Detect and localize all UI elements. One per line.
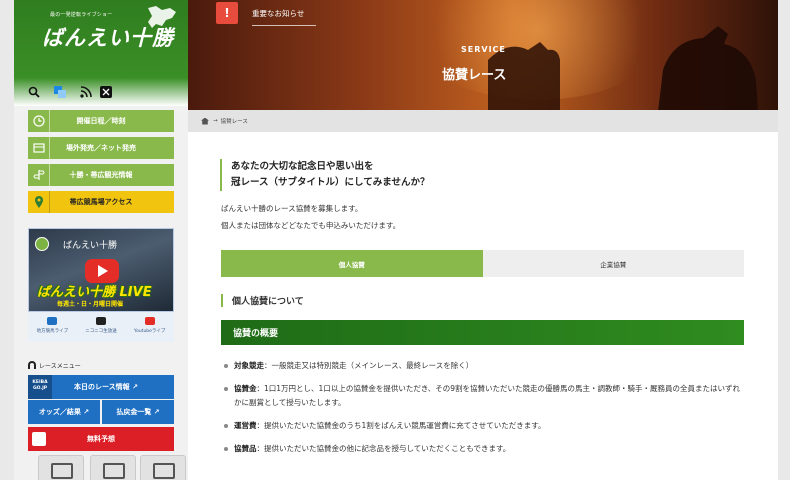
stream-links: 地方競馬ライブ ニコニコ生放送 Youtubeライブ <box>28 312 174 342</box>
nav-schedule-label: 開催日程／時刻 <box>76 117 126 125</box>
bullet-term: 協賛金 <box>234 384 257 393</box>
map-pin-icon <box>28 191 50 213</box>
list-item: 協賛金：1口1万円とし、1口以上の協賛金を提供いただき、その9割を協賛いただいた… <box>224 382 744 410</box>
clock-icon <box>28 110 50 132</box>
bottom-tile-2[interactable] <box>90 455 136 480</box>
bottom-tile-1[interactable] <box>38 455 84 480</box>
document-icon <box>103 463 125 479</box>
race-menu-text: レースメニュー <box>39 363 81 370</box>
lead-heading: あなたの大切な記念日や思い出を 冠レース（サブタイトル）にしてみませんか？ <box>220 159 429 191</box>
bullet-dot <box>224 387 228 391</box>
alert-icon: ! <box>216 2 238 24</box>
payout-label: 払戻金一覧 ↗ <box>116 408 160 416</box>
banner-live-text: ばんえい十勝 LIVE <box>37 285 152 300</box>
stream-label: Youtubeライブ <box>133 329 166 334</box>
section-heading: 個人協賛について <box>221 294 304 307</box>
odds-label: オッズ／結果 ↗ <box>38 408 90 416</box>
lead-line-2: 冠レース（サブタイトル）にしてみませんか？ <box>231 177 430 188</box>
stream-label: 地方競馬ライブ <box>36 329 69 334</box>
logo-tagline: 最の一発逆転ライブショー <box>50 12 113 18</box>
breadcrumb-current: 協賛レース <box>220 119 248 125</box>
nav-schedule-button[interactable]: 開催日程／時刻 <box>28 110 174 132</box>
banner-title: ばんえい十勝 <box>63 241 118 251</box>
x-social-icon[interactable] <box>100 86 112 98</box>
nav-offsite-button[interactable]: 場外発売／ネット発売 <box>28 137 174 159</box>
bullet-dot <box>224 364 228 368</box>
tab-corporate[interactable]: 企業協賛 <box>482 250 744 277</box>
stream-link-youtube[interactable]: Youtubeライブ <box>125 312 174 342</box>
intro-text-2: 個人または団体などどなたでも申込みいただけます。 <box>221 221 401 230</box>
utility-icon-row <box>14 78 188 106</box>
horse-icon <box>153 463 175 479</box>
tv-icon <box>47 317 58 325</box>
hokkaido-map-icon <box>148 6 176 28</box>
keiba-go-badge: KEIBA GO.JP <box>28 375 52 399</box>
tab-individual[interactable]: 個人協賛 <box>221 250 483 277</box>
payout-list-button[interactable]: 払戻金一覧 ↗ <box>102 400 174 424</box>
bullet-body: ：1口1万円とし、1口以上の協賛金を提供いただき、その9割を協賛いただいた競走の… <box>234 384 741 407</box>
list-item: 運営費：提供いただいた協賛金のうち1割をばんえい競馬運営費に充てさせていただきま… <box>224 419 744 433</box>
signpost-icon <box>28 164 50 186</box>
bullet-body: ：提供いただいた協賛金のうち1割をばんえい競馬運営費に充てさせていただきます。 <box>256 421 546 430</box>
live-stream-banner[interactable]: ばんえい十勝 ばんえい十勝 LIVE 毎週土・日・月曜日開催 <box>28 228 174 312</box>
search-icon[interactable] <box>28 86 40 98</box>
banner-subtitle: 毎週土・日・月曜日開催 <box>57 301 124 308</box>
sponsor-type-tabs: 個人協賛 企業協賛 <box>221 250 744 277</box>
nav-offsite-label: 場外発売／ネット発売 <box>66 144 136 152</box>
notice-underline <box>252 25 316 26</box>
bullet-term: 協賛品 <box>234 444 257 453</box>
lead-line-1: あなたの大切な記念日や思い出を <box>231 161 374 172</box>
overview-heading: 協賛の概要 <box>233 329 279 339</box>
bullet-body: ：一般競走又は特別競走（メインレース、最終レースを除く） <box>264 361 474 370</box>
hero-banner: ! 重要なお知らせ SERVICE 協賛レース <box>188 0 778 110</box>
race-menu-heading: レースメニュー <box>28 361 81 370</box>
notice-label: 重要なお知らせ <box>252 8 305 18</box>
translate-icon[interactable] <box>54 86 66 98</box>
bullet-dot <box>224 447 228 451</box>
bullet-dot <box>224 424 228 428</box>
odds-results-button[interactable]: オッズ／結果 ↗ <box>28 400 100 424</box>
nav-tourism-button[interactable]: 十勝・帯広観光情報 <box>28 164 174 186</box>
hero-section-en: SERVICE <box>461 45 506 54</box>
bullet-term: 運営費 <box>234 421 257 430</box>
draft-horse-silhouette <box>488 26 758 110</box>
breadcrumb: → 協賛レース <box>188 110 778 132</box>
stream-link-chiho[interactable]: 地方競馬ライブ <box>28 312 77 342</box>
breadcrumb-arrow: → <box>213 118 218 124</box>
list-item: 協賛品：提供いただいた協賛金の他に記念品を授与していただくこともできます。 <box>224 442 744 456</box>
bottom-tile-3[interactable] <box>140 455 186 480</box>
nav-tourism-label: 十勝・帯広観光情報 <box>69 171 133 179</box>
overview-bar: 協賛の概要 <box>221 320 744 345</box>
sidebar: 最の一発逆転ライブショー ばんえい十勝 開催日程／時刻 場外発売／ネット発売 十… <box>14 0 188 480</box>
scroll-gutter <box>778 0 790 480</box>
logo-area[interactable]: 最の一発逆転ライブショー ばんえい十勝 <box>14 0 188 78</box>
bullet-body: ：提供いただいた協賛金の他に記念品を授与していただくこともできます。 <box>256 444 511 453</box>
important-notice[interactable]: ! 重要なお知らせ <box>216 0 304 26</box>
headphones-icon <box>28 361 36 369</box>
home-icon[interactable] <box>201 117 209 125</box>
free-prediction-label: 無料予想 <box>87 435 115 443</box>
today-race-info-button[interactable]: KEIBA GO.JP 本日のレース情報 ↗ <box>28 375 174 399</box>
stream-link-niconico[interactable]: ニコニコ生放送 <box>77 312 126 342</box>
niconico-icon <box>96 317 106 325</box>
bullet-term: 対象競走 <box>234 361 264 370</box>
banner-logo <box>35 237 49 251</box>
today-race-label: 本日のレース情報 ↗ <box>74 383 138 391</box>
intro-text-1: ばんえい十勝のレース協賛を募集します。 <box>221 204 363 213</box>
youtube-icon <box>144 317 155 325</box>
main-content: あなたの大切な記念日や思い出を 冠レース（サブタイトル）にしてみませんか？ ばん… <box>188 132 778 480</box>
list-item: 対象競走：一般競走又は特別競走（メインレース、最終レースを除く） <box>224 359 744 373</box>
ticket-icon <box>32 432 46 446</box>
stream-label: ニコニコ生放送 <box>85 329 117 334</box>
free-prediction-button[interactable]: 無料予想 <box>28 427 174 451</box>
nav-access-button[interactable]: 帯広競馬場アクセス <box>28 191 174 213</box>
document-icon <box>51 463 73 479</box>
ticket-icon <box>28 137 50 159</box>
rss-icon[interactable] <box>80 86 92 98</box>
youtube-play-icon[interactable] <box>85 259 119 283</box>
nav-access-label: 帯広競馬場アクセス <box>69 198 133 206</box>
page-title: 協賛レース <box>442 68 507 83</box>
